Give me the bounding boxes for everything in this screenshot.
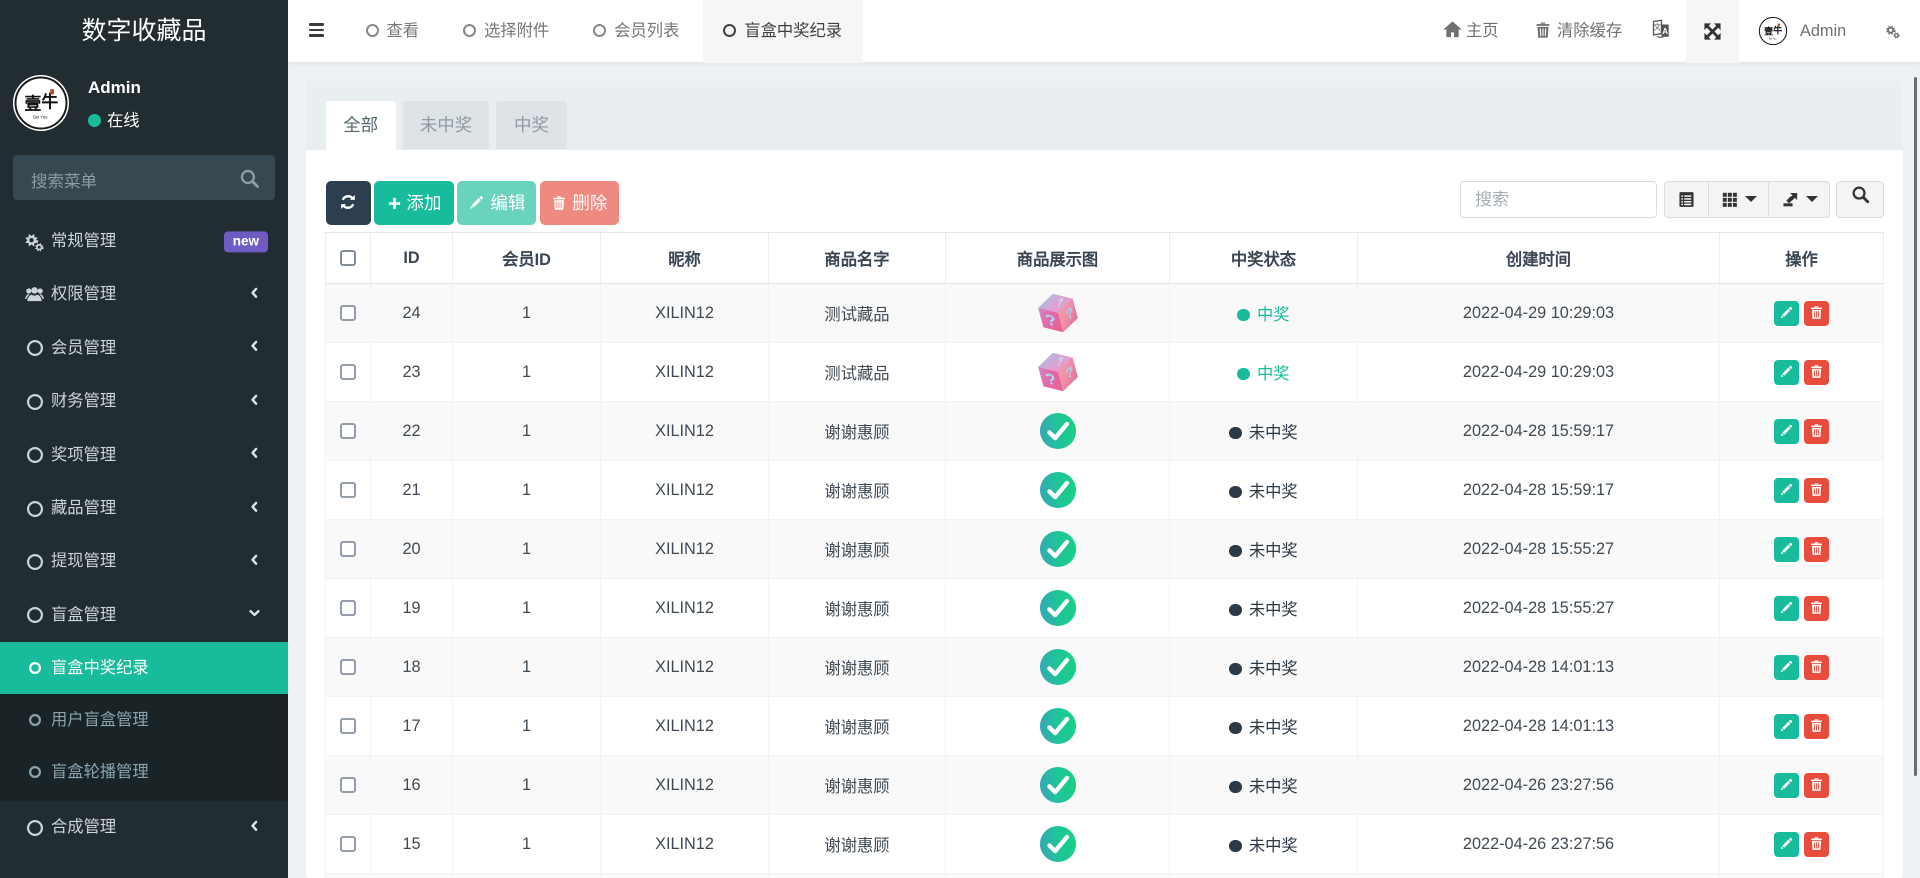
svg-text:牛: 牛 [1773,24,1782,35]
svg-text:A: A [1662,27,1668,36]
svg-text:壹: 壹 [24,93,41,113]
svg-text:Bet You: Bet You [1769,37,1778,40]
svg-text:牛: 牛 [41,91,58,111]
svg-text:文: 文 [1654,22,1662,32]
svg-text:Bet You: Bet You [33,114,48,119]
svg-text:壹: 壹 [1764,25,1773,36]
